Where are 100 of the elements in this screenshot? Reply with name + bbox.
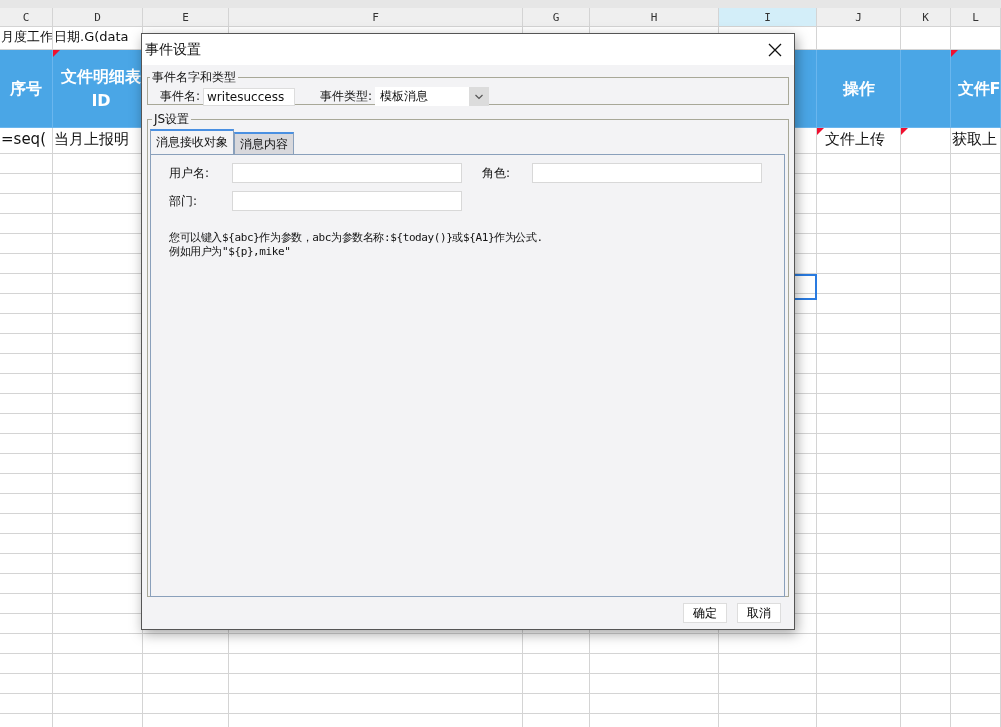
empty-cell xyxy=(901,354,951,374)
empty-cell xyxy=(951,354,1001,374)
empty-cell xyxy=(951,634,1001,654)
empty-cell xyxy=(0,654,53,674)
empty-cell xyxy=(951,674,1001,694)
empty-cell xyxy=(0,554,53,574)
field-label: 部门: xyxy=(169,192,199,210)
empty-cell xyxy=(901,414,951,434)
column-header[interactable]: J xyxy=(817,8,901,27)
empty-cell xyxy=(0,374,53,394)
column-header[interactable]: I xyxy=(719,8,817,27)
chevron-down-icon xyxy=(469,87,490,106)
empty-cell xyxy=(951,374,1001,394)
empty-cell xyxy=(901,634,951,654)
column-header[interactable]: C xyxy=(0,8,53,27)
empty-cell xyxy=(901,654,951,674)
cell-text: 日期.G(data xyxy=(54,28,129,46)
empty-cell xyxy=(901,174,951,194)
cell-text: 文件明细表 ID xyxy=(61,65,141,112)
empty-cell xyxy=(951,534,1001,554)
empty-cell xyxy=(951,294,1001,314)
empty-cell xyxy=(951,574,1001,594)
empty-cell xyxy=(901,214,951,234)
empty-cell xyxy=(901,434,951,454)
empty-cell xyxy=(0,594,53,614)
empty-cell xyxy=(523,674,590,694)
cell-text: 文件F xyxy=(957,77,1000,100)
empty-cell xyxy=(0,414,53,434)
dropdown[interactable]: 模板消息 xyxy=(375,87,490,106)
empty-cell xyxy=(0,274,53,294)
empty-cell xyxy=(0,694,53,714)
column-header[interactable]: G xyxy=(523,8,590,27)
empty-cell xyxy=(951,214,1001,234)
empty-cell xyxy=(951,694,1001,714)
empty-cell xyxy=(0,674,53,694)
cell-text: 文件上传 xyxy=(825,130,885,149)
input-field[interactable] xyxy=(232,163,462,183)
empty-cell xyxy=(901,534,951,554)
empty-cell xyxy=(0,474,53,494)
tab[interactable]: 消息内容 xyxy=(234,132,294,154)
empty-cell xyxy=(951,414,1001,434)
cell-text: 月度工作 xyxy=(1,28,52,46)
empty-cell xyxy=(523,654,590,674)
empty-cell xyxy=(901,234,951,254)
empty-cell xyxy=(951,474,1001,494)
empty-cell xyxy=(0,634,53,654)
empty-cell xyxy=(901,494,951,514)
empty-cell xyxy=(901,554,951,574)
field-label: 事件类型: xyxy=(320,88,373,105)
empty-cell xyxy=(901,574,951,594)
empty-cell xyxy=(0,514,53,534)
empty-cell xyxy=(901,274,951,294)
empty-cell xyxy=(0,174,53,194)
empty-cell xyxy=(901,374,951,394)
empty-cell xyxy=(951,274,1001,294)
cell-text: 当月上报明 xyxy=(54,130,129,149)
empty-cell xyxy=(901,474,951,494)
empty-cell xyxy=(901,194,951,214)
input-field[interactable] xyxy=(532,163,762,183)
empty-cell xyxy=(901,514,951,534)
dialog-button[interactable]: 确定 xyxy=(683,603,727,623)
empty-cell xyxy=(951,454,1001,474)
empty-cell xyxy=(0,574,53,594)
empty-cell xyxy=(0,394,53,414)
comment-marker xyxy=(817,128,824,135)
empty-cell xyxy=(951,554,1001,574)
empty-cell xyxy=(901,614,951,634)
column-header[interactable]: K xyxy=(901,8,951,27)
input-field[interactable] xyxy=(232,191,462,211)
column-header[interactable]: H xyxy=(590,8,719,27)
column-header[interactable]: F xyxy=(229,8,523,27)
column-header[interactable]: L xyxy=(951,8,1001,27)
column-header[interactable]: D xyxy=(53,8,143,27)
empty-cell xyxy=(951,494,1001,514)
group-title: 事件名字和类型 xyxy=(151,69,237,86)
empty-cell xyxy=(951,514,1001,534)
tab[interactable]: 消息接收对象 xyxy=(150,129,234,154)
empty-cell xyxy=(901,314,951,334)
close-icon[interactable] xyxy=(768,42,782,57)
empty-cell xyxy=(901,394,951,414)
empty-cell xyxy=(951,334,1001,354)
empty-cell xyxy=(0,254,53,274)
empty-cell xyxy=(901,594,951,614)
cell-text: 操作 xyxy=(842,77,875,100)
dialog-title: 事件设置 xyxy=(145,40,201,59)
empty-cell xyxy=(0,214,53,234)
empty-cell xyxy=(0,234,53,254)
cell-text: 序号 xyxy=(10,77,42,100)
comment-marker xyxy=(53,50,60,57)
empty-cell xyxy=(901,694,951,714)
empty-cell xyxy=(951,614,1001,634)
empty-cell xyxy=(901,294,951,314)
empty-cell xyxy=(0,294,53,314)
column-header[interactable]: E xyxy=(143,8,229,27)
empty-cell xyxy=(901,454,951,474)
field-label: 事件名: xyxy=(160,88,201,105)
input-field[interactable]: writesuccess xyxy=(203,87,296,106)
dialog-button[interactable]: 取消 xyxy=(737,603,781,623)
empty-cell xyxy=(951,234,1001,254)
empty-cell xyxy=(951,314,1001,334)
